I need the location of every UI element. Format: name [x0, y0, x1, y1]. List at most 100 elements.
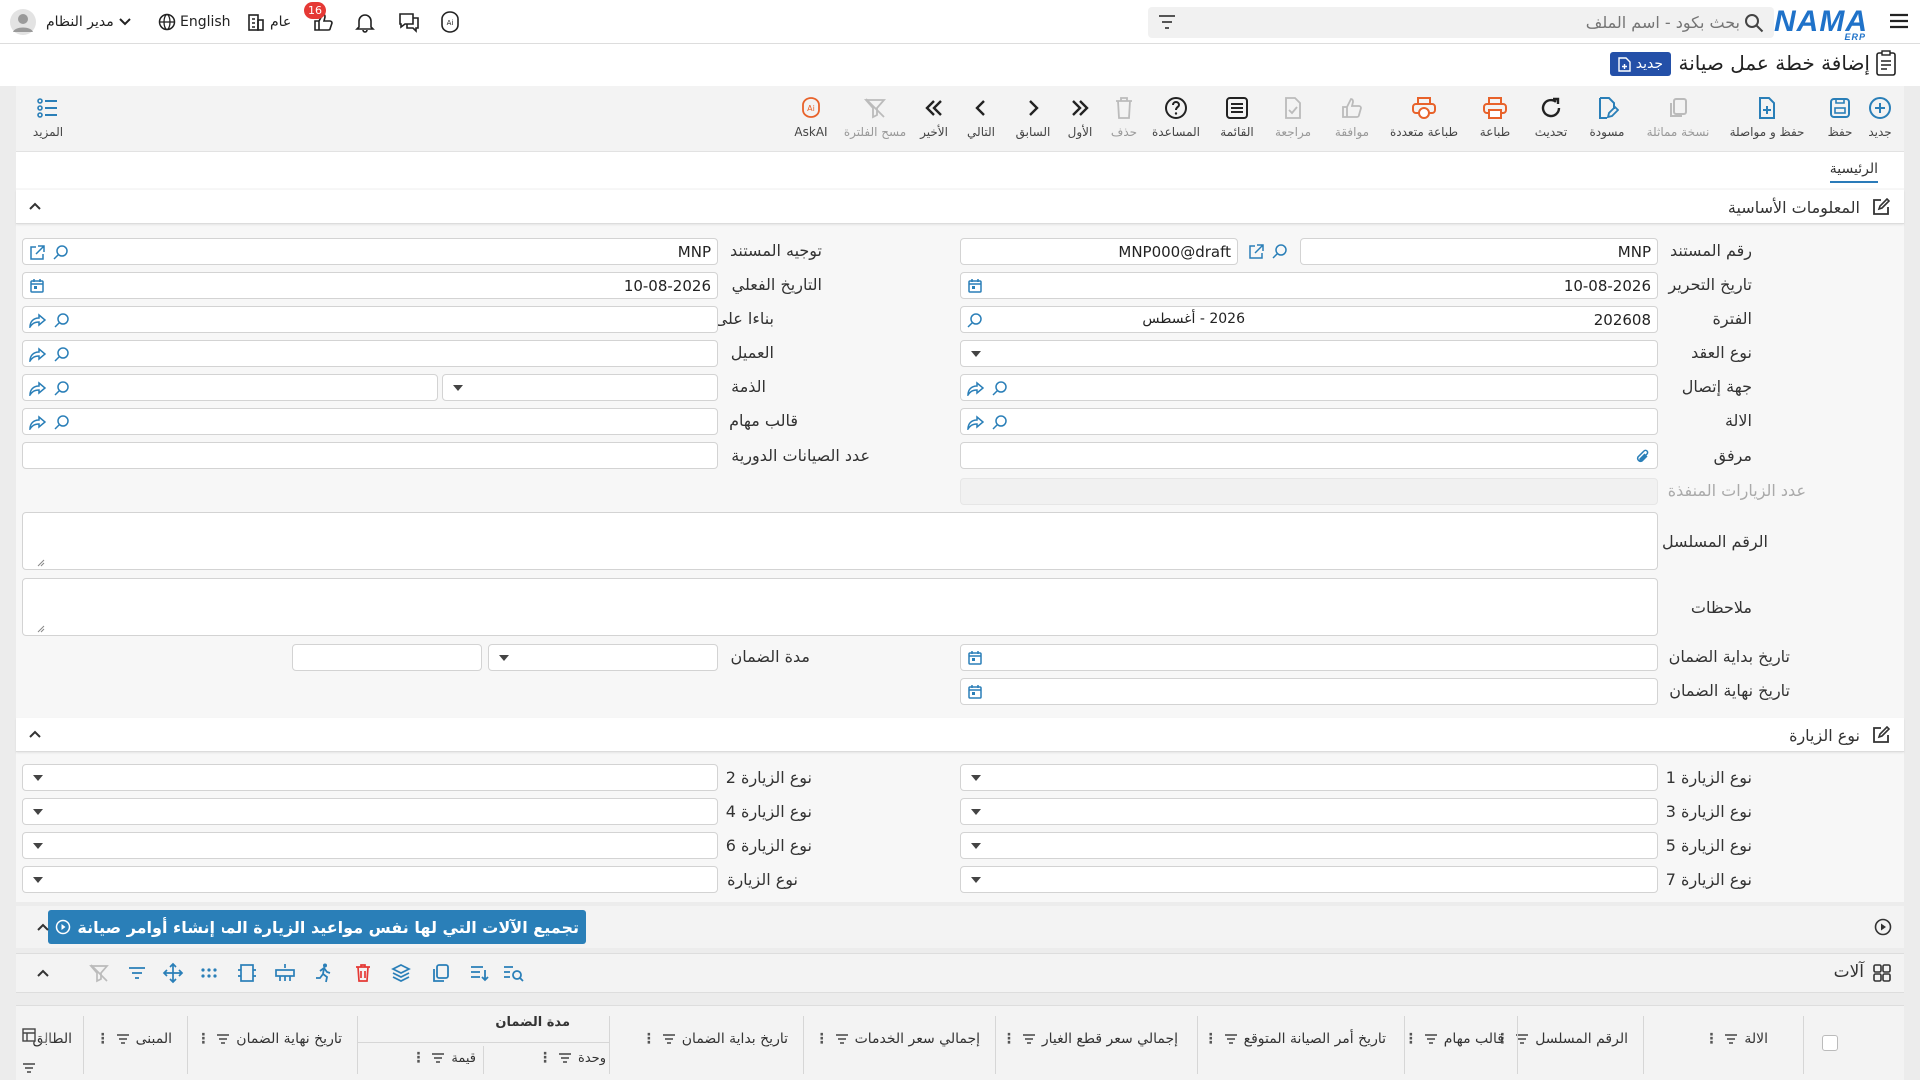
basic-info-header[interactable]: المعلومات الأساسية	[16, 190, 1904, 224]
column-menu-icon[interactable]: ⋮	[1404, 1031, 1418, 1047]
user-menu[interactable]: مدير النظام	[10, 8, 132, 36]
review-button[interactable]: مراجعة	[1266, 96, 1320, 139]
calendar-icon[interactable]	[29, 278, 45, 294]
menu-icon[interactable]	[1888, 10, 1910, 32]
column-machine[interactable]: الالة ⋮	[1704, 1031, 1768, 1047]
duplicate-button[interactable]: نسخة مماثلة	[1636, 96, 1720, 139]
column-menu-icon[interactable]: ⋮	[1704, 1031, 1718, 1047]
share-icon[interactable]	[967, 380, 984, 397]
save-button[interactable]: حفظ	[1816, 96, 1864, 139]
general-menu[interactable]: عام	[246, 8, 291, 36]
visit-type-3-select[interactable]	[960, 798, 1658, 825]
warranty-end-input[interactable]	[960, 678, 1658, 705]
column-expected-date[interactable]: تاريخ أمر الصيانة المتوقع ⋮	[1204, 1031, 1386, 1047]
copy-icon[interactable]	[430, 962, 452, 984]
notes-textarea[interactable]	[22, 578, 1658, 636]
create-orders-button[interactable]: إنشاء أوامر صيانة	[48, 910, 222, 944]
column-menu-icon[interactable]: ⋮	[642, 1031, 656, 1047]
visit-type-2-select[interactable]	[22, 764, 718, 791]
attachment-input[interactable]	[960, 442, 1658, 469]
column-menu-icon[interactable]: ⋮	[196, 1031, 210, 1047]
filter-icon[interactable]	[558, 1052, 572, 1064]
column-building[interactable]: المبنى ⋮	[96, 1031, 172, 1047]
delete-button[interactable]: حذف	[1104, 96, 1144, 139]
filter-icon[interactable]	[1022, 1033, 1036, 1045]
sort-rows-icon[interactable]	[468, 962, 490, 984]
trash-icon[interactable]	[352, 962, 374, 984]
visit-type-6-select[interactable]	[22, 832, 718, 859]
ai-assistant-icon[interactable]: Ai	[438, 8, 462, 36]
visit-type-8-select[interactable]	[22, 866, 718, 893]
task-template-input[interactable]	[22, 408, 718, 435]
column-services-total[interactable]: إجمالي سعر الخدمات ⋮	[815, 1031, 980, 1047]
chat-icon[interactable]	[397, 8, 421, 36]
resize-handle-icon[interactable]	[37, 559, 45, 567]
filter-off-icon[interactable]	[88, 962, 110, 984]
search-icon[interactable]	[54, 380, 71, 397]
share-icon[interactable]	[29, 312, 46, 329]
share-icon[interactable]	[967, 414, 984, 431]
warranty-period-input[interactable]	[292, 644, 482, 671]
multi-print-button[interactable]: طباعة متعددة	[1384, 96, 1464, 139]
filter-icon[interactable]	[1724, 1033, 1738, 1045]
clear-filter-button[interactable]: مسح الفلترة	[840, 96, 910, 139]
doc-number-input[interactable]: MNP000@draft	[960, 238, 1238, 265]
column-task-template[interactable]: قالب مهام ⋮	[1404, 1031, 1504, 1047]
insert-row-icon[interactable]	[274, 962, 296, 984]
play-circle-icon[interactable]	[1874, 918, 1892, 936]
share-icon[interactable]	[29, 346, 46, 363]
period-input[interactable]: 202608 2026 - أغسطس	[960, 306, 1658, 333]
edit-date-input[interactable]: 10-08-2026	[960, 272, 1658, 299]
select-all-checkbox[interactable]	[1822, 1035, 1838, 1051]
actual-date-input[interactable]: 10-08-2026	[22, 272, 718, 299]
calendar-icon[interactable]	[967, 650, 983, 666]
column-serial[interactable]: الرقم المسلسل ⋮	[1495, 1031, 1628, 1047]
move-icon[interactable]	[162, 962, 184, 984]
run-icon[interactable]	[312, 962, 334, 984]
collapse-icon[interactable]	[28, 727, 42, 741]
filter-icon[interactable]	[431, 1052, 445, 1064]
layers-icon[interactable]	[390, 962, 412, 984]
collapse-icon[interactable]	[36, 920, 50, 934]
filter-icon[interactable]	[662, 1033, 676, 1045]
visit-types-header[interactable]: نوع الزيارة	[16, 718, 1904, 752]
search-icon[interactable]	[54, 312, 71, 329]
dots-grid-icon[interactable]	[198, 962, 220, 984]
list-button[interactable]: القائمة	[1212, 96, 1262, 139]
search-box[interactable]	[1148, 7, 1774, 38]
column-value[interactable]: قيمة ⋮	[411, 1050, 476, 1066]
column-menu-icon[interactable]: ⋮	[1204, 1031, 1218, 1047]
next-button[interactable]: التالي	[960, 96, 1002, 139]
column-unit[interactable]: وحدة ⋮	[538, 1050, 606, 1066]
column-parts-total[interactable]: إجمالي سعر قطع الغيار ⋮	[1002, 1031, 1178, 1047]
language-switch[interactable]: English	[158, 8, 231, 36]
search-icon[interactable]	[1272, 243, 1289, 260]
search-input[interactable]	[1220, 11, 1740, 34]
visit-type-4-select[interactable]	[22, 798, 718, 825]
filter-icon[interactable]	[126, 962, 148, 984]
help-button[interactable]: المساعدة	[1148, 96, 1204, 139]
visit-type-1-select[interactable]	[960, 764, 1658, 791]
more-button[interactable]: المزيد	[28, 96, 68, 139]
machine-input[interactable]	[960, 408, 1658, 435]
warranty-start-input[interactable]	[960, 644, 1658, 671]
visit-type-5-select[interactable]	[960, 832, 1658, 859]
collapse-icon[interactable]	[28, 199, 42, 213]
open-link-icon[interactable]	[29, 244, 45, 261]
periodic-count-input[interactable]	[22, 442, 718, 469]
filter-icon[interactable]	[1224, 1033, 1238, 1045]
search-icon[interactable]	[992, 414, 1009, 431]
filter-icon[interactable]	[216, 1033, 230, 1045]
filter-icon[interactable]	[1424, 1033, 1438, 1045]
search-rows-icon[interactable]	[502, 962, 524, 984]
search-icon[interactable]	[992, 380, 1009, 397]
open-link-icon[interactable]	[1248, 243, 1264, 260]
first-button[interactable]: الأول	[1060, 96, 1100, 139]
fit-columns-icon[interactable]	[236, 962, 258, 984]
column-menu-icon[interactable]: ⋮	[815, 1031, 829, 1047]
column-menu-icon[interactable]: ⋮	[411, 1050, 425, 1066]
based-on-input[interactable]	[22, 306, 718, 333]
serial-textarea[interactable]	[22, 512, 1658, 570]
calendar-icon[interactable]	[967, 684, 983, 700]
collapse-icon[interactable]	[36, 966, 50, 980]
